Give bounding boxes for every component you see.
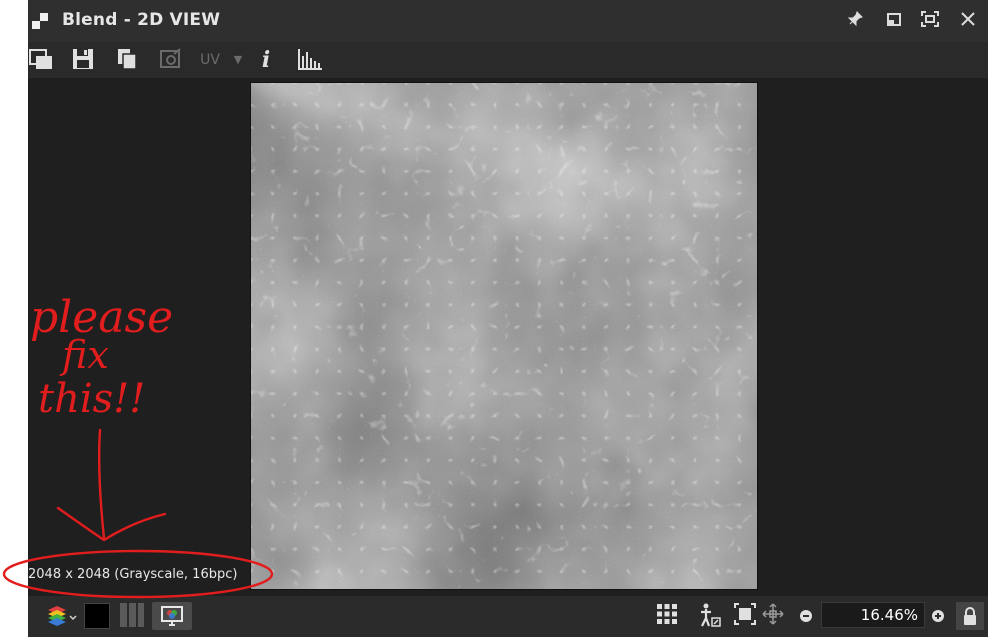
layers-icon[interactable] — [44, 602, 80, 630]
zoom-level-input[interactable]: 16.46% — [821, 602, 925, 628]
black-swatch-icon[interactable] — [84, 602, 110, 630]
lock-icon[interactable] — [956, 602, 984, 630]
window-title: Blend - 2D VIEW — [62, 10, 221, 30]
toolbar: UV ▼ i — [28, 42, 988, 78]
restore-icon[interactable] — [883, 10, 905, 32]
display-icon[interactable] — [152, 602, 192, 630]
image-viewport[interactable]: 2048 x 2048 (Grayscale, 16bpc) — [28, 78, 988, 596]
image-info-text: 2048 x 2048 (Grayscale, 16bpc) — [28, 567, 238, 582]
pan-icon[interactable] — [760, 602, 786, 630]
uv-label[interactable]: UV — [198, 48, 222, 72]
tiling-icon[interactable] — [696, 602, 722, 630]
save-icon[interactable] — [70, 48, 96, 72]
grid-icon[interactable] — [654, 602, 680, 630]
2d-view-window: Blend - 2D VIEW UV ▼ i 2048 x 2048 (Gray… — [28, 0, 988, 637]
fit-icon[interactable] — [732, 602, 758, 630]
copy-icon[interactable] — [114, 48, 140, 72]
export-icon[interactable] — [158, 48, 184, 72]
pin-icon[interactable] — [844, 10, 866, 32]
channels-icon[interactable] — [118, 602, 146, 630]
maximize-icon[interactable] — [919, 10, 941, 32]
uv-dropdown-icon[interactable]: ▼ — [231, 48, 245, 72]
zoom-out-icon[interactable] — [796, 602, 816, 630]
texture-preview[interactable] — [250, 82, 758, 590]
zoom-in-icon[interactable] — [928, 602, 948, 630]
window-layout-icon[interactable] — [28, 48, 54, 72]
info-icon[interactable]: i — [258, 48, 274, 72]
title-bar[interactable]: Blend - 2D VIEW — [28, 0, 988, 42]
app-icon — [32, 13, 48, 29]
close-icon[interactable] — [957, 10, 979, 32]
histogram-icon[interactable] — [296, 48, 324, 72]
bottom-toolbar: 16.46% — [28, 596, 988, 637]
grayscale-texture-image — [251, 83, 757, 589]
